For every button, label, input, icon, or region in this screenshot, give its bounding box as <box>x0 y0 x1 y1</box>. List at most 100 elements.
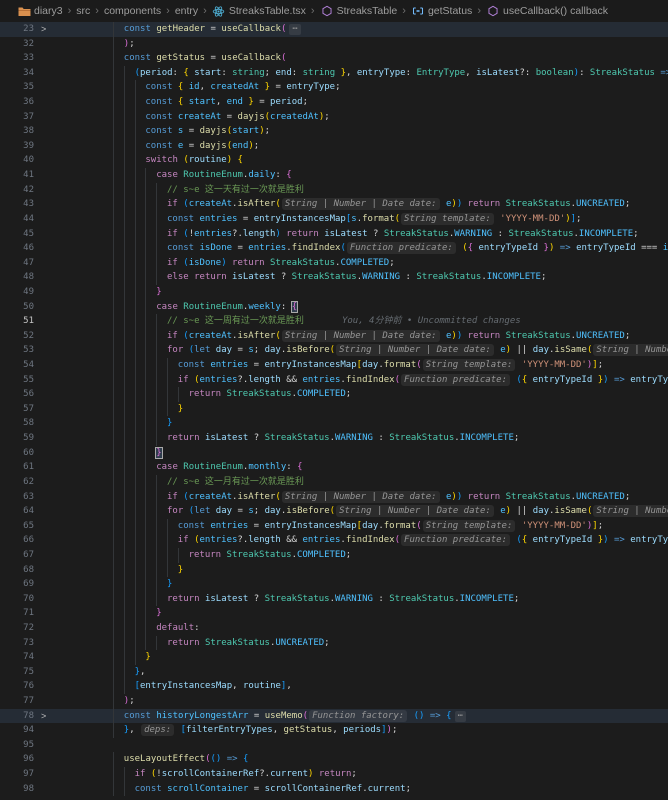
breadcrumb-item-usecallback-callback[interactable]: useCallback() callback <box>486 4 608 18</box>
token: isAfter <box>237 331 275 341</box>
token: StreakStatus <box>590 68 655 78</box>
token: } <box>145 652 150 662</box>
token: => <box>614 375 625 385</box>
code-line-59[interactable]: 59return isLatest ? StreakStatus.WARNING… <box>0 431 668 446</box>
line-number: 38 <box>0 124 34 139</box>
code-text: // s~e 这一天有过一次就是胜利 <box>113 183 304 198</box>
code-line-43[interactable]: 43if (createAt.isAfter(String | Number |… <box>0 197 668 212</box>
code-line-39[interactable]: 39const e = dayjs(end); <box>0 139 668 154</box>
code-line-64[interactable]: 64for (let day = s; day.isBefore(String … <box>0 504 668 519</box>
token: => <box>227 754 238 764</box>
token: = <box>248 711 264 721</box>
code-text: return isLatest ? StreakStatus.WARNING :… <box>113 431 519 446</box>
fold-chevron-icon[interactable]: > <box>41 709 46 724</box>
code-line-45[interactable]: 45if (!entries?.length) return isLatest … <box>0 227 668 242</box>
code-line-75[interactable]: 75}, <box>0 665 668 680</box>
code-line-47[interactable]: 47if (isDone) return StreakStatus.COMPLE… <box>0 256 668 271</box>
code-line-94[interactable]: 94}, deps: [filterEntryTypes, getStatus,… <box>0 723 668 738</box>
code-line-57[interactable]: 57} <box>0 402 668 417</box>
code-line-51[interactable]: 51// s~e 这一周有过一次就是胜利You, 4分钟前 • Uncommit… <box>0 314 668 329</box>
code-line-23[interactable]: 23>const getHeader = useCallback(⋯ <box>0 22 668 37</box>
code-line-58[interactable]: 58} <box>0 416 668 431</box>
token: 'YYYY-MM-DD' <box>500 214 565 224</box>
code-line-50[interactable]: 50case RoutineEnum.weekly: { <box>0 300 668 315</box>
token: ; <box>406 784 411 794</box>
code-line-55[interactable]: 55if (entries?.length && entries.findInd… <box>0 373 668 388</box>
code-line-41[interactable]: 41case RoutineEnum.daily: { <box>0 168 668 183</box>
token: ; <box>346 550 351 560</box>
code-line-36[interactable]: 36const { start, end } = period; <box>0 95 668 110</box>
code-line-37[interactable]: 37const createAt = dayjs(createdAt); <box>0 110 668 125</box>
code-line-71[interactable]: 71} <box>0 606 668 621</box>
token: findIndex <box>292 243 341 253</box>
code-line-67[interactable]: 67return StreakStatus.COMPLETED; <box>0 548 668 563</box>
code-line-96[interactable]: 96useLayoutEffect(() => { <box>0 752 668 767</box>
token: ; <box>129 39 134 49</box>
breadcrumb-item-entry[interactable]: entry <box>175 5 198 17</box>
code-line-66[interactable]: 66if (entries?.length && entries.findInd… <box>0 533 668 548</box>
token: , <box>273 725 284 735</box>
code-line-34[interactable]: 34(period: { start: string; end: string … <box>0 66 668 81</box>
code-line-53[interactable]: 53for (let day = s; day.isBefore(String … <box>0 343 668 358</box>
breadcrumb-item-diary3[interactable]: diary3 <box>17 4 63 18</box>
token: entryType <box>286 82 335 92</box>
token: ; <box>265 126 270 136</box>
code-line-42[interactable]: 42// s~e 这一天有过一次就是胜利 <box>0 183 668 198</box>
code-line-97[interactable]: 97if (!scrollContainerRef?.current) retu… <box>0 767 668 782</box>
token: ; <box>324 638 329 648</box>
code-line-74[interactable]: 74} <box>0 650 668 665</box>
line-number: 73 <box>0 636 34 651</box>
token: default <box>156 623 194 633</box>
token: entries <box>210 521 248 531</box>
code-line-52[interactable]: 52if (createAt.isAfter(String | Number |… <box>0 329 668 344</box>
code-text: if (createAt.isAfter(String | Number | D… <box>113 490 630 505</box>
code-line-49[interactable]: 49} <box>0 285 668 300</box>
code-line-77[interactable]: 77); <box>0 694 668 709</box>
code-line-72[interactable]: 72default: <box>0 621 668 636</box>
token: StreakStatus <box>506 492 571 502</box>
inlay-hint: Function factory: <box>309 710 407 722</box>
token: const <box>145 112 178 122</box>
code-line-63[interactable]: 63if (createAt.isAfter(String | Number |… <box>0 490 668 505</box>
code-line-61[interactable]: 61case RoutineEnum.monthly: { <box>0 460 668 475</box>
code-line-73[interactable]: 73return StreakStatus.UNCREATED; <box>0 636 668 651</box>
code-line-54[interactable]: 54 const entries = entryInstancesMap[day.… <box>0 358 668 373</box>
code-line-62[interactable]: 62// s~e 这一月有过一次就是胜利 <box>0 475 668 490</box>
code-line-69[interactable]: 69} <box>0 577 668 592</box>
breadcrumb-item-src[interactable]: src <box>76 5 90 17</box>
breadcrumb-separator-icon: › <box>68 5 72 17</box>
code-line-60[interactable]: 60} <box>0 446 668 461</box>
code-line-35[interactable]: 35const { id, createdAt } = entryType; <box>0 80 668 95</box>
code-line-56[interactable]: 56return StreakStatus.COMPLETED; <box>0 387 668 402</box>
code-text: const scrollContainer = scrollContainerR… <box>113 782 411 797</box>
breadcrumb-item-getstatus[interactable]: getStatus <box>411 4 472 18</box>
breadcrumb-separator-icon: › <box>95 5 99 17</box>
code-line-78[interactable]: 78>const historyLongestArr = useMemo(Fun… <box>0 709 668 724</box>
code-line-48[interactable]: 48else return isLatest ? StreakStatus.WA… <box>0 270 668 285</box>
code-line-38[interactable]: 38const s = dayjs(start); <box>0 124 668 139</box>
token: useCallback <box>221 24 281 34</box>
breadcrumb-item-components[interactable]: components <box>104 5 161 17</box>
fold-chevron-icon[interactable]: > <box>41 22 46 37</box>
line-number: 54 <box>0 358 34 373</box>
code-line-98[interactable]: 98const scrollContainer = scrollContaine… <box>0 782 668 797</box>
code-line-76[interactable]: 76[entryInstancesMap, routine], <box>0 679 668 694</box>
code-line-32[interactable]: 32); <box>0 37 668 52</box>
token: ?. <box>259 769 270 779</box>
code-line-70[interactable]: 70return isLatest ? StreakStatus.WARNING… <box>0 592 668 607</box>
code-line-46[interactable]: 46const isDone = entries.findIndex(Funct… <box>0 241 668 256</box>
code-line-65[interactable]: 65const entries = entryInstancesMap[day.… <box>0 519 668 534</box>
breadcrumb-item-streakstable[interactable]: StreaksTable <box>320 4 398 18</box>
code-line-33[interactable]: 33const getStatus = useCallback( <box>0 51 668 66</box>
breadcrumb-item-streakstable-tsx[interactable]: StreaksTable.tsx <box>212 4 306 18</box>
code-text: const entries = entryInstancesMap[day.fo… <box>113 358 603 373</box>
code-line-44[interactable]: 44const entries = entryInstancesMap[s.fo… <box>0 212 668 227</box>
code-line-40[interactable]: 40switch (routine) { <box>0 153 668 168</box>
inlay-hint: String | Number <box>593 505 668 517</box>
token: entryTypeI <box>630 375 668 385</box>
token: StreakStatus <box>227 389 292 399</box>
code-editor[interactable]: 23>const getHeader = useCallback(⋯32);33… <box>0 22 668 796</box>
code-line-68[interactable]: 68} <box>0 563 668 578</box>
line-number: 39 <box>0 139 34 154</box>
code-line-95[interactable]: 95 <box>0 738 668 753</box>
